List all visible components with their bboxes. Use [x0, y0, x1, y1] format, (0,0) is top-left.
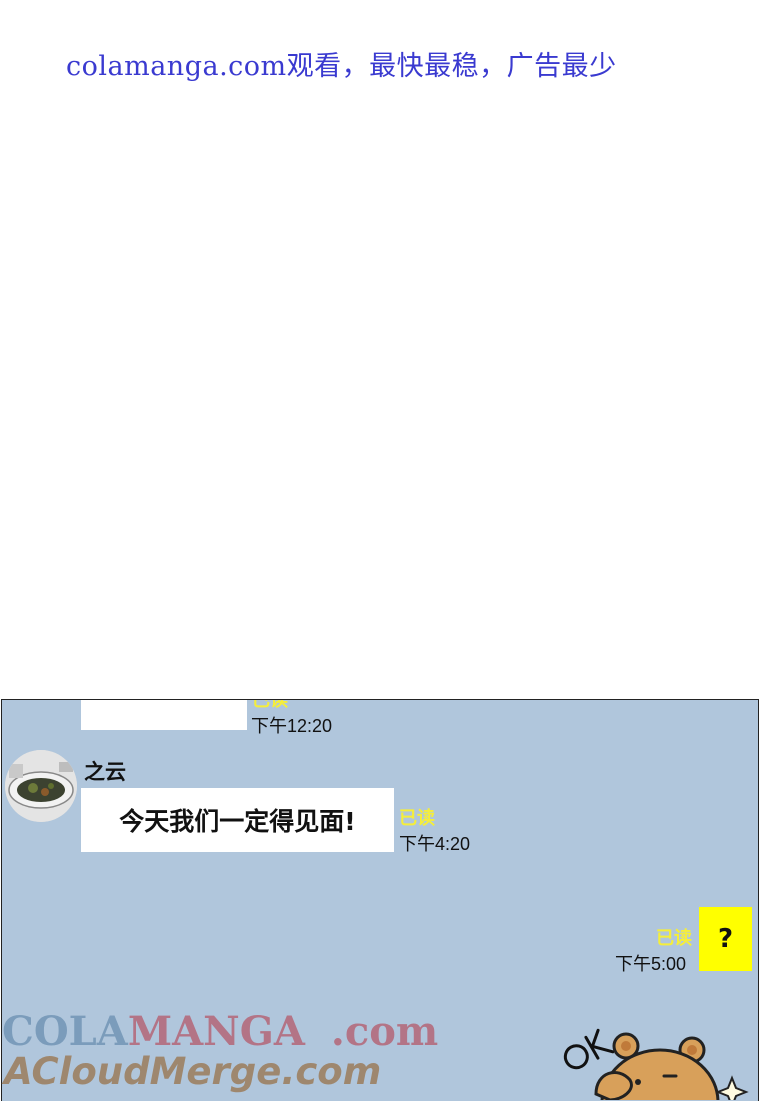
incoming-message-bubble[interactable]: 今天我们一定得见面! — [81, 788, 394, 852]
outgoing-message-text: ? — [717, 924, 734, 954]
incoming-message-text: 今天我们一定得见面! — [119, 807, 356, 836]
incoming-read-label: 已读 — [399, 808, 435, 829]
watermark-dotcom: .com — [330, 1008, 439, 1055]
previous-message-bubble[interactable] — [81, 700, 247, 730]
bear-ok-sticker-icon[interactable] — [556, 1010, 756, 1100]
watermark-acloudmerge: ACloudMerge.com — [4, 1050, 382, 1093]
incoming-time: 下午4:20 — [399, 834, 471, 854]
avatar[interactable] — [5, 750, 77, 822]
outgoing-read-label: 已读 — [656, 928, 692, 949]
watermark-manga: MANGA — [127, 1008, 305, 1055]
previous-read-label: 已读 — [252, 699, 288, 711]
outgoing-message-bubble[interactable]: ? — [699, 907, 752, 971]
previous-time: 下午12:20 — [251, 716, 333, 736]
outgoing-time: 下午5:00 — [615, 954, 687, 974]
avatar-photo — [5, 750, 77, 822]
watermark-cola: COLA — [2, 1008, 128, 1055]
watermark-colamanga: COLAMANGA .com — [2, 1008, 438, 1055]
sender-name: 之云 — [84, 760, 126, 784]
site-banner[interactable]: colamanga.com观看，最快最稳，广告最少 — [66, 44, 617, 83]
